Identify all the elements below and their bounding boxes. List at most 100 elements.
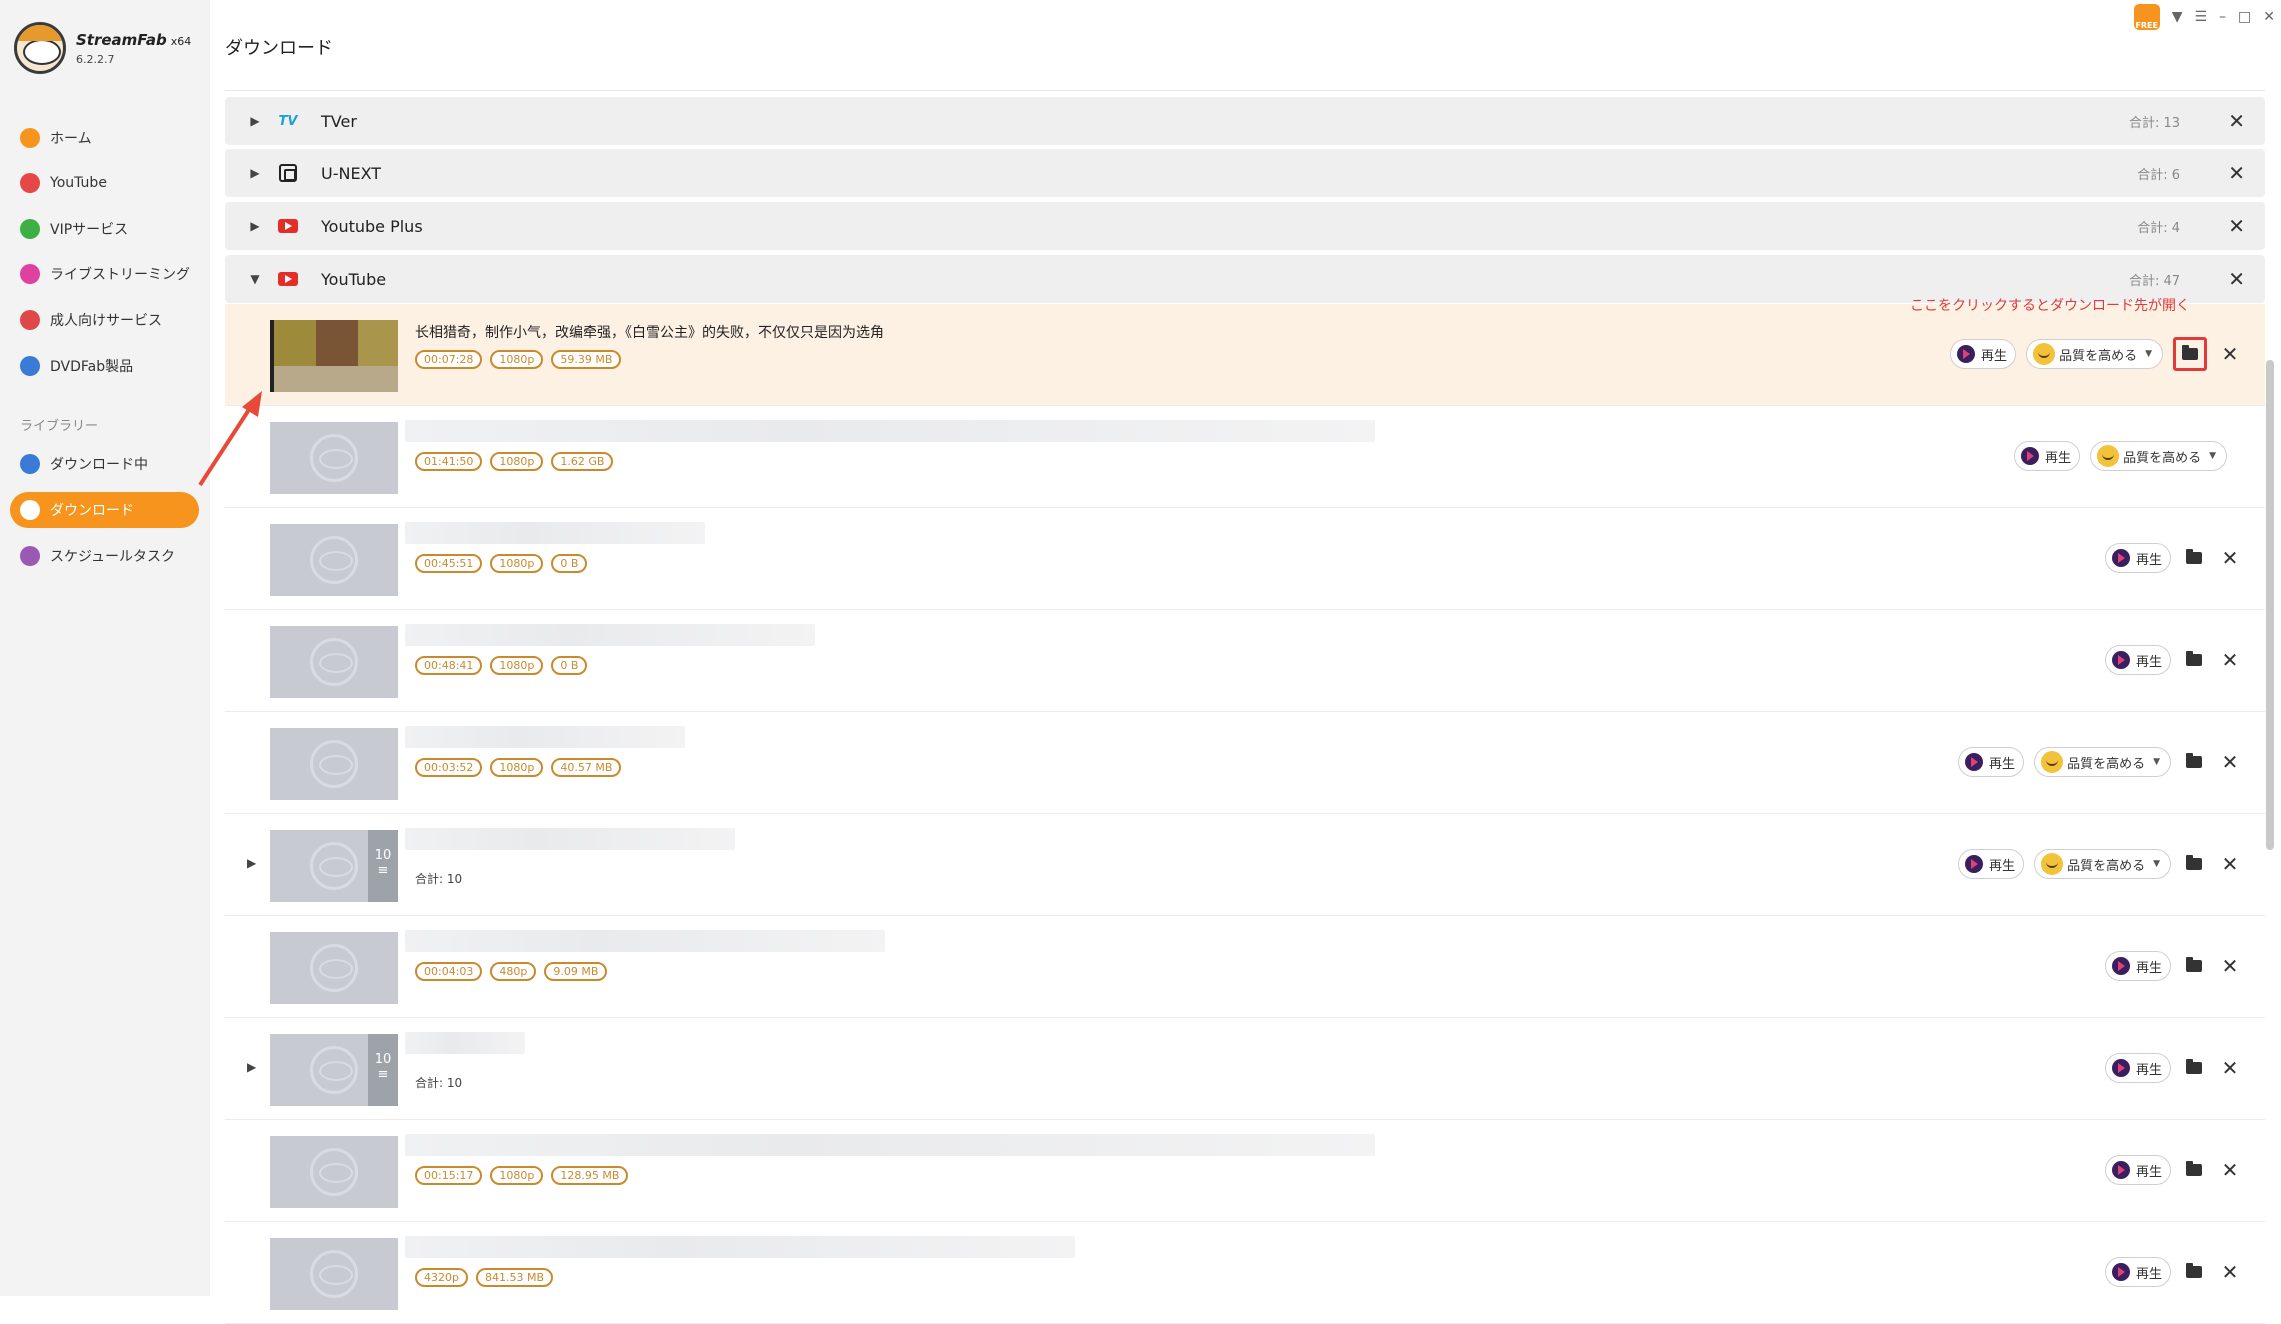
minimize-button[interactable]: – [2219,9,2226,25]
menu-icon[interactable]: ☰ [2194,9,2207,25]
tver-icon: TV [278,113,298,129]
sidebar-item-label: ホーム [50,131,92,147]
enhance-button[interactable]: 品質を高める ▼ [2090,441,2227,471]
library-item-2[interactable]: スケジュールタスク [10,538,199,574]
list-item[interactable]: 00:04:03 480p 9.09 MB 再生 ✕ [225,916,2265,1018]
play-button[interactable]: 再生 [2014,441,2081,471]
open-folder-button[interactable] [2181,851,2207,877]
caret-right-icon[interactable]: ▶ [247,1060,256,1074]
folder-icon [2186,957,2202,972]
placeholder-logo-icon [310,434,358,482]
list-item[interactable]: ▶ 10 ≡ 合計: 10 再生 品質を高める ▼ ✕ [225,814,2265,916]
play-button[interactable]: 再生 [2104,645,2171,675]
enhance-button[interactable]: 品質を高める ▼ [2026,339,2163,369]
info-tag: 1080p [490,452,544,471]
play-button[interactable]: 再生 [1950,339,2017,369]
scrollbar-thumb[interactable] [2266,360,2274,850]
maximize-button[interactable]: □ [2238,9,2251,25]
caret-right-icon[interactable]: ▶ [235,166,275,180]
sidebar-item-1[interactable]: YouTube [10,165,199,201]
play-button[interactable]: 再生 [1958,849,2025,879]
group-row[interactable]: ▶ U-NEXT 合計: 6 ✕ [225,149,2265,197]
group-name: YouTube [321,269,387,289]
sidebar-item-label: VIPサービス [50,222,129,238]
open-folder-button[interactable] [2181,953,2207,979]
close-window-button[interactable]: ✕ [2263,9,2275,25]
item-tags: 4320p 841.53 MB [415,1268,554,1287]
sidebar-item-5[interactable]: DVDFab製品 [10,348,199,384]
play-button[interactable]: 再生 [2104,1155,2171,1185]
caret-right-icon[interactable]: ▶ [247,856,256,870]
close-icon[interactable]: ✕ [2228,109,2245,133]
play-button[interactable]: 再生 [2104,1053,2171,1083]
play-label: 再生 [2135,1164,2162,1180]
caret-right-icon[interactable]: ▶ [235,219,275,233]
player-icon [2111,651,2130,669]
list-item[interactable]: 长相猎奇，制作小气，改编牵强，《白雪公主》的失败，不仅仅只是因为选角 00:07:… [225,304,2265,406]
close-icon[interactable]: ✕ [2215,1056,2245,1080]
placeholder-logo-icon [310,1250,358,1298]
info-tag: 0 B [551,554,588,573]
close-icon[interactable]: ✕ [2228,267,2245,291]
open-folder-button[interactable] [2181,1157,2207,1183]
scrollbar[interactable] [2266,90,2274,1296]
list-item[interactable]: 00:45:51 1080p 0 B 再生 ✕ [225,508,2265,610]
list-item[interactable]: 00:48:41 1080p 0 B 再生 ✕ [225,610,2265,712]
close-icon[interactable]: ✕ [2215,750,2245,774]
close-icon[interactable]: ✕ [2215,954,2245,978]
thumbnail [270,1136,398,1208]
youtube-icon [20,173,40,193]
group-row[interactable]: ▶ Youtube Plus 合計: 4 ✕ [225,202,2265,250]
close-icon[interactable]: ✕ [2215,1260,2245,1284]
open-folder-button[interactable] [2181,545,2207,571]
sidebar-item-4[interactable]: 成人向けサービス [10,302,199,338]
placeholder-logo-icon [310,1046,358,1094]
info-tag: 128.95 MB [551,1166,629,1185]
app-arch: x64 [170,34,192,48]
free-badge-icon[interactable]: FREE [2133,4,2160,30]
group-row[interactable]: ▶ TV TVer 合計: 13 ✕ [225,97,2265,145]
play-button[interactable]: 再生 [2104,951,2171,981]
list-item[interactable]: ▶ 10 ≡ 合計: 10 再生 ✕ [225,1018,2265,1120]
open-folder-button[interactable] [2173,337,2207,371]
open-folder-button[interactable] [2181,1055,2207,1081]
close-icon[interactable]: ✕ [2228,214,2245,238]
sidebar-item-3[interactable]: ライブストリーミング [10,256,199,292]
library-item-0[interactable]: ダウンロード中 [10,446,199,482]
sidebar-item-2[interactable]: VIPサービス [10,211,199,247]
play-label: 再生 [2135,960,2162,976]
play-label: 再生 [1989,756,2016,772]
list-item[interactable]: 01:41:50 1080p 1.62 GB 再生 品質を高める ▼ [225,406,2265,508]
info-tag: 00:45:51 [415,554,483,573]
item-actions: 再生 ✕ [2104,1052,2265,1084]
caret-right-icon[interactable]: ▶ [235,114,275,128]
library-item-1[interactable]: ダウンロード [10,492,199,528]
open-folder-button[interactable] [2181,1259,2207,1285]
app-name: StreamFab [76,30,167,49]
caret-down-icon[interactable]: ▼ [235,272,275,286]
enhance-button[interactable]: 品質を高める ▼ [2034,747,2171,777]
thumbnail: 10 ≡ [270,1034,398,1106]
close-icon[interactable]: ✕ [2215,342,2245,366]
enhance-button[interactable]: 品質を高める ▼ [2034,849,2171,879]
placeholder-logo-icon [310,638,358,686]
list-item[interactable]: 00:03:52 1080p 40.57 MB 再生 品質を高める ▼ ✕ [225,712,2265,814]
close-icon[interactable]: ✕ [2215,1158,2245,1182]
item-tags: 00:45:51 1080p 0 B [415,554,588,573]
close-icon[interactable]: ✕ [2215,852,2245,876]
play-button[interactable]: 再生 [2104,1257,2171,1287]
close-icon[interactable]: ✕ [2215,648,2245,672]
close-icon[interactable]: ✕ [2215,546,2245,570]
open-folder-button[interactable] [2181,647,2207,673]
thumbnail [270,422,398,494]
play-button[interactable]: 再生 [2104,543,2171,573]
shirt-icon[interactable]: ▼ [2172,9,2183,25]
list-item[interactable]: 4320p 841.53 MB 再生 ✕ [225,1222,2265,1324]
play-button[interactable]: 再生 [1958,747,2025,777]
list-item[interactable]: 00:15:17 1080p 128.95 MB 再生 ✕ [225,1120,2265,1222]
group-total: 合計: 13 [2128,115,2180,131]
close-icon[interactable]: ✕ [2228,161,2245,185]
open-folder-button[interactable] [2181,749,2207,775]
sidebar-item-0[interactable]: ホーム [10,120,199,156]
enhance-icon [2097,445,2120,467]
